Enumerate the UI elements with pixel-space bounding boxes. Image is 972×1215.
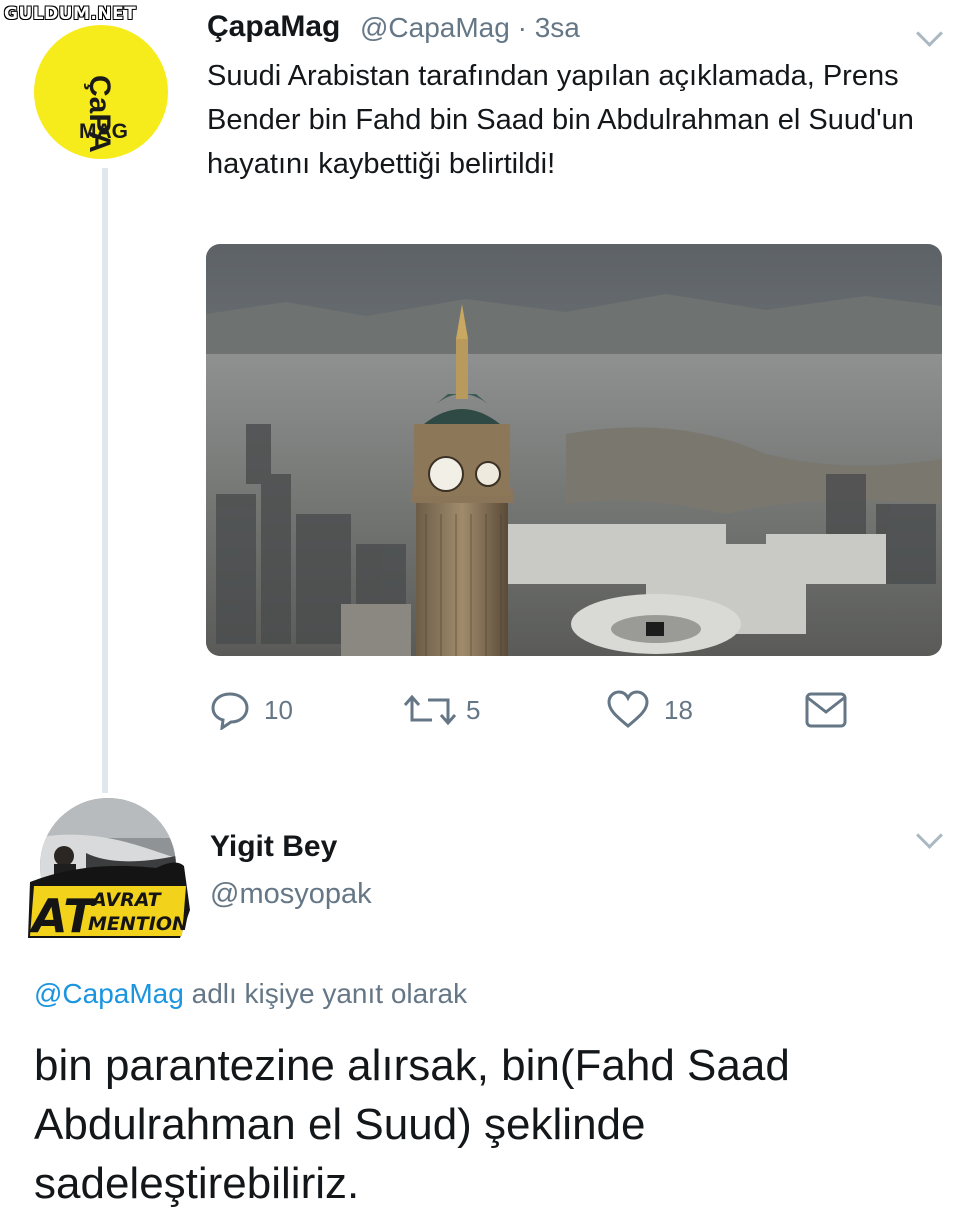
chevron-down-icon[interactable] [916,822,943,849]
reply-icon [211,692,249,730]
avatar-line2-text: MENTION [88,913,188,935]
replying-to-mention-link[interactable]: @CapaMag [34,978,184,1009]
avrat-mention-logo: AT AVRAT MENTION [28,798,190,943]
tweet-media-image[interactable] [206,244,942,656]
like-button[interactable]: 18 [606,690,693,730]
retweet-icon [403,694,457,726]
replying-to-line: @CapaMag adlı kişiye yanıt olarak [34,978,467,1010]
like-count: 18 [664,694,693,725]
replying-to-suffix: adlı kişiye yanıt olarak [183,978,468,1009]
retweet-button[interactable]: 5 [402,690,480,730]
direct-message-button[interactable] [804,690,848,730]
tweet-author-handle[interactable]: @CapaMag [360,12,510,43]
tweet-text: Suudi Arabistan tarafından yapılan açıkl… [207,60,914,180]
capamag-avatar[interactable]: ÇaPA MAG [34,25,168,159]
reply-count: 10 [264,694,293,725]
mosyopak-avatar[interactable]: AT AVRAT MENTION [26,798,190,943]
tweet-author-name[interactable]: ÇapaMag [207,10,340,44]
reply-author-handle[interactable]: @mosyopak [210,878,372,911]
reply-text: bin parantezine alırsak, bin(Fahd Saad A… [34,1041,790,1208]
avatar-line1-text: AVRAT [90,889,163,911]
site-watermark: GULDUM.NET [4,4,137,24]
chevron-down-icon[interactable] [916,20,943,47]
avatar-logo-subtext: MAG [79,120,128,143]
tweet-author-handle-time[interactable]: @CapaMag · 3sa [360,12,580,44]
reply-button[interactable]: 10 [210,690,293,730]
aerial-city-clock-tower-photo [206,244,942,656]
tweet-time[interactable]: · 3sa [518,12,580,43]
reply-author-name[interactable]: Yigit Bey [210,830,337,864]
tweet-actions-bar: 10 5 18 [0,690,972,734]
retweet-count: 5 [466,694,481,725]
heart-icon [607,690,649,728]
envelope-icon [805,692,847,728]
